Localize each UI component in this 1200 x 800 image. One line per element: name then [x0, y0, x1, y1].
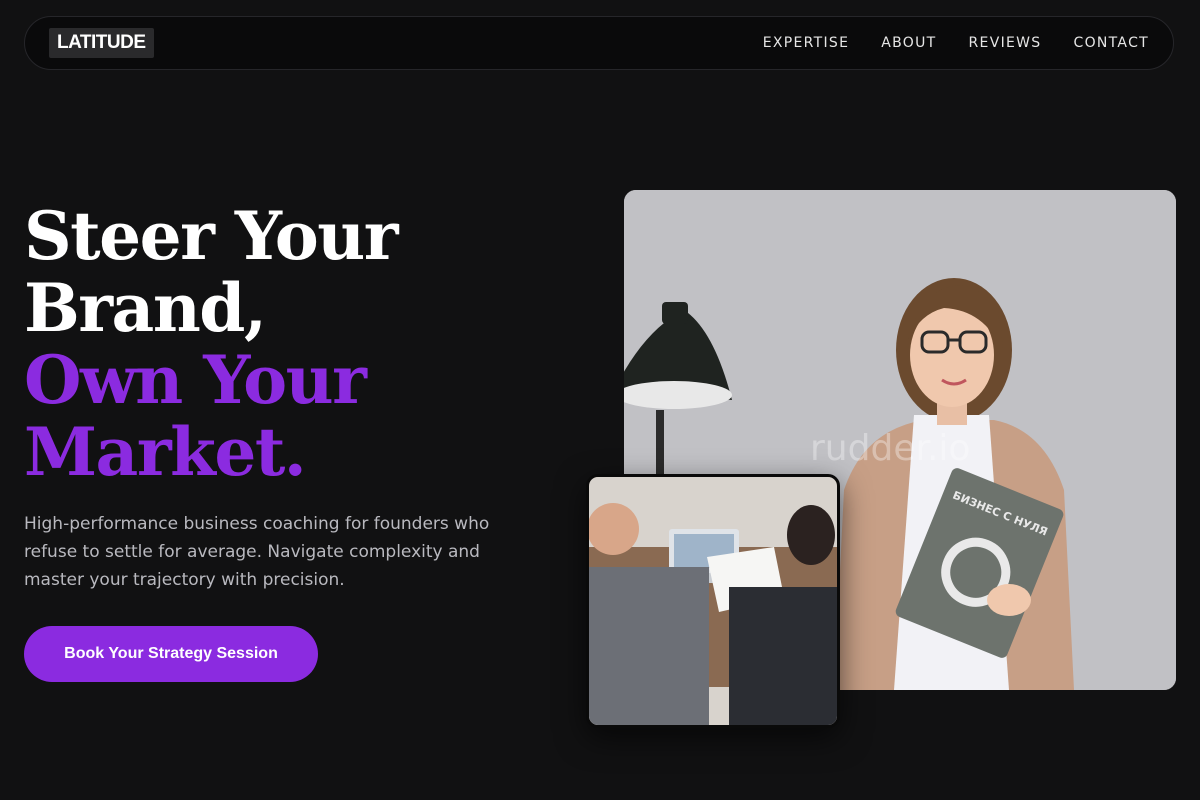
- book-strategy-session-button[interactable]: Book Your Strategy Session: [24, 626, 318, 682]
- headline-accent-line-1: Own Your: [24, 341, 367, 419]
- nav-links: EXPERTISE ABOUT REVIEWS CONTACT: [763, 35, 1149, 51]
- top-navbar: LATITUDE EXPERTISE ABOUT REVIEWS CONTACT: [24, 16, 1174, 70]
- headline-line-1: Steer Your: [24, 197, 399, 275]
- nav-link-expertise[interactable]: EXPERTISE: [763, 35, 850, 51]
- headline-accent-line-2: Market.: [24, 413, 307, 491]
- hero-headline: Steer Your Brand, Own Your Market.: [24, 197, 399, 491]
- nav-link-about[interactable]: ABOUT: [881, 35, 936, 51]
- headline-line-2: Brand,: [24, 269, 267, 347]
- brand-logo[interactable]: LATITUDE: [49, 28, 154, 58]
- nav-link-contact[interactable]: CONTACT: [1074, 35, 1150, 51]
- watermark-text: rudder.io: [810, 428, 970, 469]
- landing-page: LATITUDE EXPERTISE ABOUT REVIEWS CONTACT…: [0, 0, 1200, 800]
- team-meeting-image: [586, 474, 840, 728]
- nav-link-reviews[interactable]: REVIEWS: [969, 35, 1042, 51]
- hero-subtitle: High-performance business coaching for f…: [24, 514, 490, 590]
